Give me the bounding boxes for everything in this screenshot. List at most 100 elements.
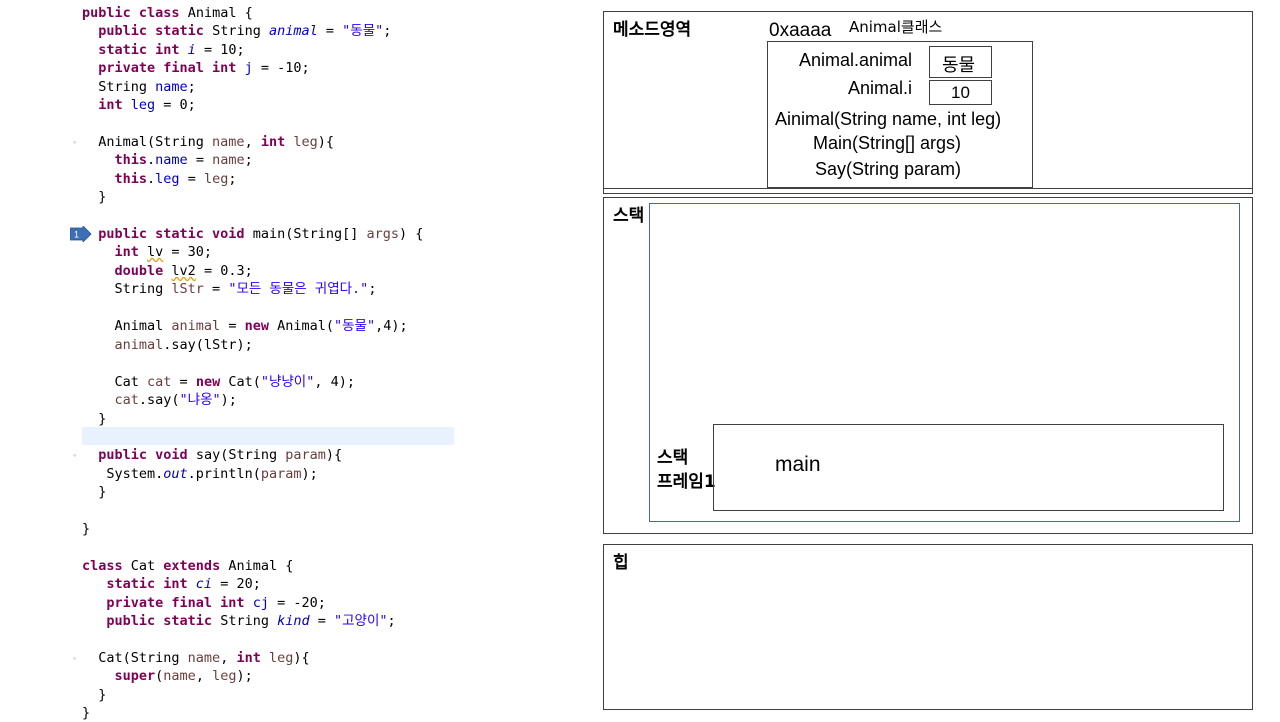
code-token: class [82, 558, 131, 574]
code-line: this.leg = leg; [82, 170, 237, 188]
code-token: kind [277, 613, 310, 629]
code-token: double [114, 263, 172, 279]
class-address: 0xaaaa [769, 20, 832, 41]
code-line: public static String kind = "고양이"; [82, 612, 395, 630]
code-token: ; [228, 171, 237, 187]
debug-marker-label: 1 [74, 230, 79, 240]
code-line: } [82, 483, 106, 501]
code-token: leg [203, 171, 229, 187]
code-token: name [155, 152, 188, 168]
code-token: i [187, 42, 196, 58]
heap-panel: 힙 [603, 544, 1253, 710]
stack-frame-label-line1: 스택 [657, 448, 689, 468]
code-line: cat.say("냐옹"); [82, 391, 237, 409]
code-token: extends [163, 558, 229, 574]
code-token: private final int [106, 595, 253, 611]
method-area-divider [603, 187, 1253, 194]
code-line: private final int j = -10; [82, 59, 309, 77]
code-token: , [244, 134, 261, 150]
code-token: leg [130, 97, 156, 113]
code-token: cat [147, 374, 172, 390]
code-editor[interactable]: public class Animal { public static Stri… [70, 0, 456, 721]
code-token: leg [212, 668, 237, 684]
code-token: lStr [171, 281, 204, 297]
code-token: String [82, 281, 172, 297]
fold-icon[interactable]: ◦ [73, 138, 79, 147]
fold-icon[interactable]: ◦ [73, 654, 79, 663]
static-field-animal-value: 동물 [942, 55, 976, 76]
code-line: } [82, 686, 106, 704]
code-token: "모든 동물은 귀엽다." [228, 281, 369, 297]
code-token: Animal { [187, 5, 253, 21]
code-token: name [212, 134, 245, 150]
code-token: "냐옹" [179, 392, 221, 408]
code-token: = [317, 23, 343, 39]
code-token: . [147, 152, 156, 168]
code-token: private final int [98, 60, 245, 76]
code-token: . [147, 171, 156, 187]
code-line: private final int cj = -20; [82, 594, 325, 612]
code-token: ci [195, 576, 213, 592]
debug-arrow-icon[interactable]: 1 [70, 226, 92, 242]
class-label: Animal클래스 [849, 18, 943, 36]
code-token: out [163, 466, 188, 482]
code-token: this [114, 152, 148, 168]
code-token: ; [187, 79, 196, 95]
code-token: static int [106, 576, 196, 592]
code-line: public void say(String param){ [82, 446, 342, 464]
code-line: public class Animal { [82, 4, 253, 22]
fold-icon[interactable]: ◦ [73, 451, 79, 460]
code-token: class [138, 5, 188, 21]
code-token: ); [236, 668, 253, 684]
code-token: name [187, 650, 221, 666]
code-line: animal.say(lStr); [82, 336, 253, 354]
code-token: animal [268, 23, 318, 39]
code-token: name [155, 79, 188, 95]
code-token: , 4); [314, 374, 355, 390]
current-line-highlight [82, 427, 454, 445]
static-value-box: 동물 [929, 46, 992, 78]
code-token: ; [244, 152, 253, 168]
code-token: j [244, 60, 253, 76]
code-token: "동물" [342, 23, 384, 39]
code-token: lv [147, 244, 164, 260]
code-token: int [98, 97, 131, 113]
code-token: animal [171, 318, 221, 334]
code-line: public static void main(String[] args) { [82, 225, 423, 243]
code-token: public static void [98, 226, 253, 242]
code-token: int [114, 244, 148, 260]
code-token: param [260, 466, 302, 482]
code-token: = 20; [212, 576, 261, 592]
code-token: Animal { [228, 558, 294, 574]
code-token: ); [220, 392, 237, 408]
code-token: public [82, 5, 139, 21]
code-token: ){ [293, 650, 310, 666]
method-area-title: 메소드영역 [613, 20, 692, 40]
static-field-animal: Animal.animal [799, 50, 913, 70]
code-token: new [195, 374, 229, 390]
code-token: Cat [82, 374, 148, 390]
static-field-i: Animal.i [848, 78, 913, 98]
code-token: leg [268, 650, 294, 666]
code-token: say(String [195, 447, 286, 463]
code-token: lv2 [171, 263, 196, 279]
code-token: main(String[] [252, 226, 367, 242]
code-token: String [82, 79, 156, 95]
stack-frame-main: main [713, 424, 1224, 511]
code-token: } [82, 484, 107, 500]
code-token: = [220, 318, 245, 334]
stack-frame-label-line2: 프레임1 [657, 472, 716, 492]
code-token: super [114, 668, 156, 684]
code-token: leg [155, 171, 180, 187]
code-token: public void [98, 447, 196, 463]
code-line: int lv = 30; [82, 243, 213, 261]
